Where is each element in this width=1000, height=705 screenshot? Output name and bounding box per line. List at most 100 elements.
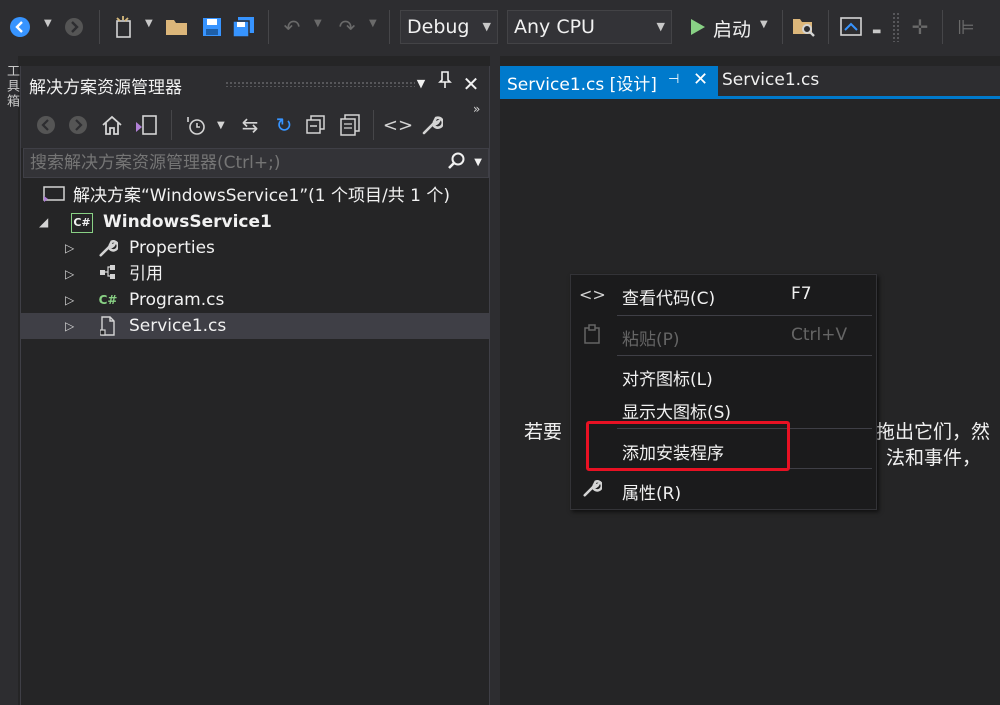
menu-item-label: 显示大图标(S)	[622, 403, 732, 423]
designer-hint-text-left: 若要	[524, 421, 563, 443]
close-icon[interactable]: ✕	[459, 71, 483, 97]
home-icon[interactable]	[97, 110, 127, 140]
navigate-back-icon[interactable]	[6, 12, 34, 42]
csharp-file-icon: C#	[98, 293, 118, 307]
pending-changes-filter-icon[interactable]	[181, 110, 211, 140]
code-icon: <>	[579, 285, 606, 304]
tree-item-project[interactable]: ◢ C# WindowsService1	[21, 209, 489, 235]
designer-context-menu: <> 查看代码(C) F7 粘贴(P) Ctrl+V 对齐图标(L) 显示大图标…	[570, 274, 877, 510]
forward-icon[interactable]	[63, 110, 93, 140]
search-options-dropdown-icon[interactable]: ▼	[474, 157, 482, 168]
toolbar-separator	[942, 10, 943, 44]
toolbar-overflow-icon[interactable]: ▬	[872, 26, 881, 37]
undo-icon[interactable]: ↶	[278, 12, 306, 42]
solution-explorer-search-input[interactable]	[30, 151, 430, 175]
toolbar-separator	[389, 10, 390, 44]
chevron-down-icon: ▼	[482, 20, 491, 33]
toolbar-separator	[373, 110, 374, 140]
designer-hint-text-right-1: 拖出它们，然	[876, 421, 991, 443]
tree-item-service1-cs[interactable]: ▷ Service1.cs	[21, 313, 489, 339]
view-code-icon[interactable]: <>	[383, 110, 413, 140]
new-project-dropdown-icon[interactable]: ▼	[145, 18, 153, 29]
toolbar-separator	[268, 10, 269, 44]
find-in-files-icon[interactable]	[790, 12, 818, 42]
show-all-files-icon[interactable]	[335, 110, 365, 140]
menu-item-shortcut: Ctrl+V	[791, 325, 848, 345]
toolbar-grip[interactable]	[892, 12, 900, 42]
save-icon[interactable]	[198, 12, 226, 42]
expanded-arrow-icon[interactable]: ◢	[39, 209, 48, 235]
play-icon	[691, 19, 705, 35]
menu-item-view-code[interactable]: <> 查看代码(C) F7	[571, 279, 876, 311]
solution-platform-select[interactable]: Any CPU ▼	[507, 10, 672, 44]
tab-service1-design[interactable]: Service1.cs [设计] ⊣ ✕	[500, 66, 718, 98]
new-project-icon[interactable]	[110, 12, 138, 42]
panel-splitter[interactable]	[490, 56, 500, 705]
redo-icon[interactable]: ↷	[333, 12, 361, 42]
tree-item-program-cs[interactable]: ▷ C# Program.cs	[21, 287, 489, 313]
pin-icon[interactable]	[433, 71, 457, 97]
title-grip	[225, 81, 415, 87]
menu-separator	[617, 355, 872, 356]
tab-service1-code[interactable]: Service1.cs	[722, 70, 819, 90]
window-position-icon[interactable]: ▼	[409, 71, 433, 97]
navigate-forward-icon[interactable]	[60, 12, 88, 42]
solution-explorer-title: 解决方案资源管理器	[29, 78, 182, 98]
toolbar-overflow-icon[interactable]: »	[473, 102, 480, 116]
toolbar-separator	[99, 10, 100, 44]
tree-item-properties[interactable]: ▷ Properties	[21, 235, 489, 261]
filter-dropdown-icon[interactable]: ▼	[217, 120, 225, 131]
menu-item-paste: 粘贴(P) Ctrl+V	[571, 320, 876, 352]
collapsed-arrow-icon[interactable]: ▷	[65, 235, 74, 261]
tree-item-label: 引用	[129, 264, 163, 284]
solution-configuration-select[interactable]: Debug ▼	[400, 10, 498, 44]
search-icon[interactable]	[448, 152, 466, 175]
collapse-all-icon[interactable]	[301, 110, 331, 140]
solution-explorer-toolbar: ▼ ⇆ ↻ <> »	[21, 102, 489, 148]
save-all-icon[interactable]	[230, 12, 258, 42]
collapsed-arrow-icon[interactable]: ▷	[65, 313, 74, 339]
solution-explorer-title-bar[interactable]: 解决方案资源管理器 ▼ ✕	[21, 66, 489, 102]
close-tab-icon[interactable]: ✕	[693, 69, 708, 90]
redo-dropdown-icon[interactable]: ▼	[369, 18, 377, 29]
refresh-icon[interactable]: ↻	[269, 110, 299, 140]
csharp-project-icon: C#	[71, 213, 93, 233]
collapsed-arrow-icon[interactable]: ▷	[65, 261, 74, 287]
solution-explorer-search-box[interactable]: ▼	[23, 148, 489, 178]
tree-item-label: 解决方案“WindowsService1”(1 个项目/共 1 个)	[73, 186, 450, 206]
align-left-icon[interactable]: ⊫	[952, 12, 980, 42]
pin-tab-icon[interactable]: ⊣	[668, 72, 679, 87]
start-dropdown-icon[interactable]: ▼	[760, 19, 768, 30]
tree-item-label: WindowsService1	[103, 212, 272, 232]
navigate-back-dropdown-icon[interactable]: ▼	[44, 18, 52, 29]
browser-link-icon[interactable]	[837, 12, 865, 42]
sync-with-active-document-icon[interactable]: ⇆	[235, 110, 265, 140]
toolbox-tab-label[interactable]: 工具箱	[2, 64, 21, 109]
menu-item-label: 属性(R)	[622, 484, 682, 504]
menu-item-line-up-icons[interactable]: 对齐图标(L)	[571, 360, 876, 392]
menu-item-label: 查看代码(C)	[622, 289, 716, 309]
references-icon	[97, 264, 119, 284]
collapsed-arrow-icon[interactable]: ▷	[65, 287, 74, 313]
tree-item-solution[interactable]: 解决方案“WindowsService1”(1 个项目/共 1 个)	[21, 183, 489, 209]
toolbox-strip[interactable]: 工具箱	[0, 56, 21, 705]
solution-explorer-panel: 解决方案资源管理器 ▼ ✕ ▼ ⇆ ↻ <> » 搜索解决方案资源管理器(Ctr…	[20, 66, 490, 705]
wrench-icon	[97, 238, 120, 258]
tree-item-references[interactable]: ▷ 引用	[21, 261, 489, 287]
switch-views-icon[interactable]	[131, 110, 161, 140]
tree-item-label: Program.cs	[129, 290, 225, 310]
properties-wrench-icon[interactable]	[417, 110, 447, 140]
undo-dropdown-icon[interactable]: ▼	[314, 18, 322, 29]
annotation-highlight-box	[586, 421, 790, 471]
toolbar-separator	[828, 10, 829, 44]
solution-icon	[43, 186, 65, 206]
toolbar-separator	[171, 110, 172, 140]
align-icon[interactable]: ✛	[906, 12, 934, 42]
paste-icon	[579, 324, 605, 348]
open-folder-icon[interactable]	[163, 12, 191, 42]
back-icon[interactable]	[31, 110, 61, 140]
chevron-down-icon: ▼	[656, 20, 665, 33]
menu-item-properties[interactable]: 属性(R)	[571, 474, 876, 506]
document-tab-bar: Service1.cs [设计] ⊣ ✕ Service1.cs	[500, 66, 1000, 98]
start-debugging-button[interactable]: 启动 ▼	[688, 10, 778, 44]
